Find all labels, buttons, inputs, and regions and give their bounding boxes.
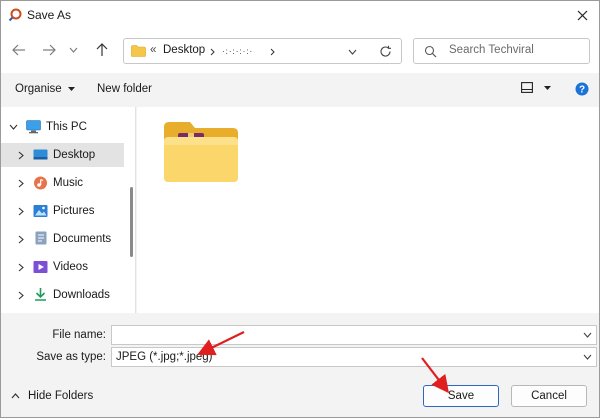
organise-menu[interactable]: Organise <box>15 83 75 95</box>
forward-button[interactable] <box>39 40 59 60</box>
sidebar-item-label: Videos <box>53 261 88 273</box>
chevron-down-icon[interactable] <box>348 49 357 55</box>
title-bar: Save As <box>1 1 599 29</box>
back-button[interactable] <box>9 40 29 60</box>
caret-down-icon <box>544 85 552 90</box>
svg-text:?: ? <box>579 85 585 96</box>
sidebar-item-desktop[interactable]: Desktop <box>1 143 124 167</box>
desktop-icon <box>33 149 48 160</box>
window-title: Save As <box>27 8 72 22</box>
save-type-label: Save as type: <box>36 351 106 363</box>
arrow-right-icon <box>43 44 56 56</box>
sidebar-item-videos[interactable]: Videos <box>1 255 124 279</box>
sidebar-item-music[interactable]: Music <box>1 171 124 195</box>
downloads-icon <box>35 288 46 301</box>
hide-folders-label: Hide Folders <box>28 390 94 402</box>
breadcrumb-desktop[interactable]: Desktop <box>163 44 205 56</box>
file-name-input[interactable] <box>111 325 597 345</box>
organise-label: Organise <box>15 83 62 95</box>
save-form: File name: Save as type: JPEG (*.jpg;*.j… <box>1 313 599 375</box>
refresh-icon[interactable] <box>379 45 392 58</box>
chevron-down-icon[interactable] <box>8 122 18 132</box>
chevron-right-icon[interactable] <box>16 234 26 244</box>
navigation-pane: This PC Desktop Music Pictures Documents… <box>1 107 136 313</box>
videos-icon <box>33 261 48 273</box>
sidebar-item-label: Downloads <box>53 289 110 301</box>
help-button[interactable]: ? <box>575 82 589 96</box>
address-overflow[interactable]: « <box>150 44 156 56</box>
hide-folders-button[interactable]: Hide Folders <box>11 390 93 402</box>
sidebar-item-this-pc[interactable]: This PC <box>1 115 124 139</box>
save-type-select[interactable]: JPEG (*.jpg;*.jpeg) <box>111 347 597 367</box>
breadcrumb-folder[interactable]: ·:·:·:·:· <box>222 47 253 56</box>
new-folder-button[interactable]: New folder <box>97 83 152 95</box>
chevron-right-icon[interactable] <box>16 178 26 188</box>
search-icon <box>424 45 437 58</box>
archive-folder-icon[interactable] <box>162 119 240 185</box>
sidebar-item-label: Pictures <box>53 205 95 217</box>
close-button[interactable] <box>571 4 593 26</box>
pc-icon <box>26 120 41 134</box>
chevron-right-icon[interactable] <box>16 262 26 272</box>
chevron-right-icon[interactable] <box>16 290 26 300</box>
folder-icon <box>131 45 146 57</box>
search-box[interactable]: Search Techviral <box>413 38 590 64</box>
chevron-right-icon[interactable] <box>16 206 26 216</box>
documents-icon <box>35 231 47 245</box>
file-name-label: File name: <box>52 329 106 341</box>
arrow-up-icon <box>96 43 108 56</box>
dialog-footer: Hide Folders Save Cancel <box>1 375 599 417</box>
navigation-bar: « Desktop ·:·:·:·:· Search Techviral <box>1 29 599 73</box>
save-type-value: JPEG (*.jpg;*.jpeg) <box>116 351 213 363</box>
chevron-down-icon <box>69 47 77 53</box>
music-icon <box>34 176 47 190</box>
file-list[interactable] <box>137 107 599 313</box>
chevron-up-icon <box>11 393 20 399</box>
up-button[interactable] <box>92 40 112 60</box>
sidebar-item-label: Music <box>53 177 84 189</box>
view-options-button[interactable] <box>521 82 552 94</box>
search-placeholder: Search Techviral <box>449 44 534 56</box>
chevron-down-icon[interactable] <box>583 354 592 360</box>
view-icon <box>521 82 533 94</box>
sidebar-item-label: Desktop <box>53 149 96 161</box>
save-button[interactable]: Save <box>423 385 499 407</box>
command-bar: Organise New folder ? <box>1 73 599 107</box>
sidebar-item-pictures[interactable]: Pictures <box>1 199 124 223</box>
sidebar-item-label: Documents <box>53 233 112 245</box>
chevron-right-icon <box>270 48 275 56</box>
sidebar-item-downloads[interactable]: Downloads <box>1 283 124 307</box>
chevron-down-icon[interactable] <box>583 332 592 338</box>
save-as-dialog: Save As « Desktop ·:·:·:·:· Search Techv… <box>0 0 600 418</box>
app-icon <box>8 8 22 22</box>
pictures-icon <box>33 205 48 217</box>
chevron-right-icon <box>210 48 215 56</box>
close-icon <box>577 10 587 20</box>
arrow-left-icon <box>12 44 25 56</box>
chevron-right-icon[interactable] <box>16 150 26 160</box>
sidebar-scrollbar[interactable] <box>130 187 133 257</box>
cancel-button[interactable]: Cancel <box>511 385 587 407</box>
recent-locations-button[interactable] <box>66 40 80 60</box>
address-bar[interactable]: « Desktop ·:·:·:·:· <box>123 38 402 64</box>
help-icon: ? <box>575 82 589 96</box>
sidebar-item-documents[interactable]: Documents <box>1 227 124 251</box>
sidebar-item-label: This PC <box>46 121 87 133</box>
caret-down-icon <box>67 87 75 91</box>
